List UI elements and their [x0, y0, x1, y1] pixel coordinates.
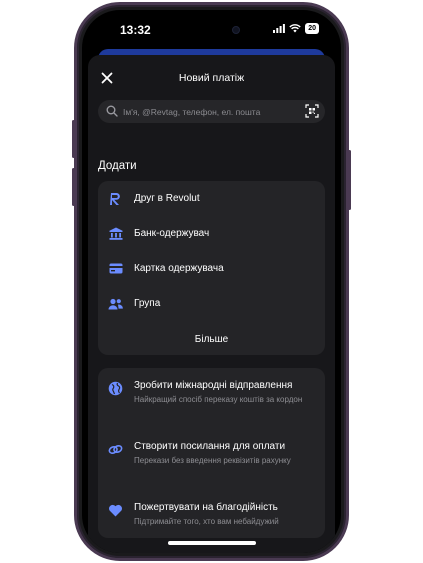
- search-bar: [98, 100, 325, 123]
- phone-side-button-left: [72, 120, 75, 158]
- option-subtitle: Підтримайте того, хто вам небайдужий: [134, 517, 279, 526]
- link-icon: [108, 444, 123, 455]
- group-icon: [108, 296, 123, 311]
- option-donate-charity[interactable]: Пожертвувати на благодійність Підтримайт…: [98, 502, 325, 532]
- add-option-label: Банк-одержувач: [134, 228, 210, 239]
- phone-side-button-right: [348, 150, 351, 210]
- phone-screen: 13:32 20 Новий платіж Ім'я, @Revtag, тел…: [82, 10, 341, 553]
- battery-icon: 20: [305, 23, 319, 34]
- revolut-r-icon: [108, 191, 123, 206]
- dynamic-island: [176, 19, 252, 41]
- card-icon: [108, 261, 123, 276]
- phone-side-button-left-2: [72, 168, 75, 206]
- status-bar: 13:32 20: [82, 10, 341, 54]
- add-option-label: Картка одержувача: [134, 263, 224, 274]
- option-subtitle: Найкращий спосіб переказу коштів за корд…: [134, 395, 303, 404]
- status-time: 13:32: [120, 23, 151, 37]
- add-option-card[interactable]: Картка одержувача: [98, 251, 325, 285]
- bank-icon: [108, 226, 123, 241]
- search-input[interactable]: [123, 103, 293, 120]
- home-indicator[interactable]: [168, 541, 256, 545]
- add-option-group[interactable]: Група: [98, 286, 325, 320]
- status-icons: 20: [273, 23, 319, 34]
- add-option-label: Група: [134, 298, 161, 309]
- option-title: Зробити міжнародні відправлення: [134, 380, 293, 391]
- payment-options-card: Зробити міжнародні відправлення Найкращи…: [98, 368, 325, 538]
- globe-icon: [108, 381, 123, 396]
- option-payment-link[interactable]: Створити посилання для оплати Перекази б…: [98, 441, 325, 483]
- page-title: Новий платіж: [178, 72, 245, 84]
- option-subtitle: Перекази без введення реквізитів рахунку: [134, 456, 291, 465]
- more-button[interactable]: Більше: [98, 334, 325, 345]
- wifi-icon: [289, 24, 301, 33]
- qr-scan-icon[interactable]: [305, 104, 319, 118]
- new-payment-sheet: Новий платіж Додати Д: [88, 55, 335, 553]
- option-title: Пожертвувати на благодійність: [134, 502, 278, 513]
- add-section-title: Додати: [98, 160, 137, 172]
- add-option-revolut-friend[interactable]: Друг в Revolut: [98, 181, 325, 215]
- signal-icon: [273, 24, 286, 33]
- add-option-label: Друг в Revolut: [134, 193, 200, 204]
- add-recipient-card: Друг в Revolut Банк-одержувач Картка оде…: [98, 181, 325, 355]
- option-title: Створити посилання для оплати: [134, 441, 286, 452]
- search-icon: [106, 105, 118, 117]
- camera-dot: [232, 26, 240, 34]
- add-option-bank[interactable]: Банк-одержувач: [98, 216, 325, 250]
- heart-icon: [109, 504, 122, 517]
- option-international-transfer[interactable]: Зробити міжнародні відправлення Найкращи…: [98, 380, 325, 422]
